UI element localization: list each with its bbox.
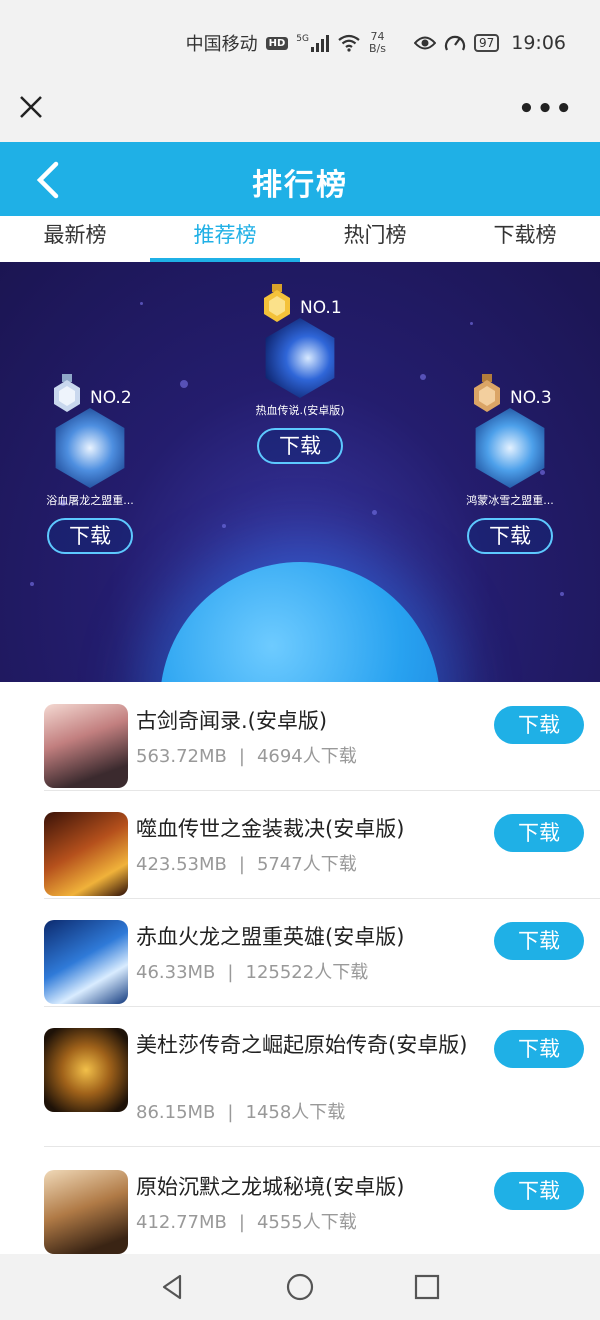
game-thumbnail: [265, 318, 335, 398]
download-button[interactable]: 下载: [47, 518, 133, 554]
file-size: 423.53MB: [136, 854, 227, 875]
game-thumbnail: [44, 1028, 128, 1112]
divider: [44, 790, 600, 791]
game-title: 噬血传世之金装裁决(安卓版): [136, 817, 405, 841]
app-header: 排行榜: [0, 142, 600, 216]
speedometer-icon: [444, 35, 466, 51]
download-button[interactable]: 下载: [257, 428, 343, 464]
download-button[interactable]: 下载: [467, 518, 553, 554]
game-thumbnail: [44, 1170, 128, 1254]
list-item[interactable]: 古剑奇闻录.(安卓版) 563.72MB | 4694人下载 下载: [44, 704, 600, 804]
game-meta: 412.77MB | 4555人下载: [136, 1208, 357, 1234]
game-name: 鸿蒙冰雪之盟重...: [466, 494, 554, 507]
podium-banner: NO.1 热血传说.(安卓版) 下载 NO.2 浴血屠龙之盟重... 下载 NO…: [0, 262, 600, 682]
divider: [44, 898, 600, 899]
podium-first: NO.1 热血传说.(安卓版) 下载: [240, 282, 360, 472]
network-speed: 74 B/s: [369, 31, 386, 55]
more-options-icon[interactable]: •••: [518, 94, 574, 124]
download-count: 4555人下载: [256, 1212, 357, 1233]
download-count: 5747人下载: [256, 854, 357, 875]
divider: [44, 1146, 600, 1147]
rank-number: NO.3: [510, 388, 552, 408]
download-button[interactable]: 下载: [494, 814, 584, 852]
podium-third: NO.3 鸿蒙冰雪之盟重... 下载: [450, 372, 570, 562]
game-title: 原始沉默之龙城秘境(安卓版): [136, 1175, 405, 1199]
eye-icon: [413, 36, 436, 50]
separator: |: [227, 962, 234, 983]
tab-downloads[interactable]: 下载榜: [450, 216, 600, 264]
game-name: 热血传说.(安卓版): [255, 404, 345, 417]
star-decoration: [140, 302, 143, 305]
download-button[interactable]: 下载: [494, 1030, 584, 1068]
star-decoration: [30, 582, 34, 586]
tab-popular[interactable]: 热门榜: [300, 216, 450, 264]
download-button[interactable]: 下载: [494, 922, 584, 960]
signal-icon: 5G: [296, 34, 329, 52]
hd-badge: HD: [265, 36, 289, 50]
star-decoration: [470, 322, 473, 325]
download-count: 1458人下载: [245, 1102, 346, 1123]
speed-unit: B/s: [368, 42, 386, 55]
system-nav-bar: [0, 1254, 600, 1320]
star-decoration: [222, 524, 226, 528]
list-item[interactable]: 美杜莎传奇之崛起原始传奇(安卓版) 86.15MB | 1458人下载 下载: [44, 1028, 600, 1148]
list-item[interactable]: 噬血传世之金装裁决(安卓版) 423.53MB | 5747人下载 下载: [44, 812, 600, 912]
close-icon[interactable]: [16, 92, 46, 122]
wifi-icon: [338, 34, 360, 52]
divider: [44, 1006, 600, 1007]
list-item[interactable]: 原始沉默之龙城秘境(安卓版) 412.77MB | 4555人下载 下载: [44, 1170, 600, 1260]
rank-number: NO.1: [300, 298, 342, 318]
game-thumbnail: [44, 920, 128, 1004]
separator: |: [238, 1212, 245, 1233]
tab-recommended[interactable]: 推荐榜: [150, 216, 300, 264]
star-decoration: [180, 380, 188, 388]
game-title: 古剑奇闻录.(安卓版): [136, 709, 328, 733]
podium-second: NO.2 浴血屠龙之盟重... 下载: [30, 372, 150, 562]
game-icon: [50, 408, 130, 488]
download-button[interactable]: 下载: [494, 1172, 584, 1210]
signal-type: 5G: [296, 34, 309, 44]
download-button[interactable]: 下载: [494, 706, 584, 744]
game-thumbnail: [55, 408, 125, 488]
rank-number: NO.2: [90, 388, 132, 408]
game-title: 美杜莎传奇之崛起原始传奇(安卓版): [136, 1033, 468, 1057]
page-title: 排行榜: [252, 168, 348, 203]
file-size: 46.33MB: [136, 962, 216, 983]
separator: |: [227, 1102, 234, 1123]
back-triangle-icon[interactable]: [158, 1272, 188, 1302]
star-decoration: [372, 510, 377, 515]
game-icon: [260, 318, 340, 398]
status-bar: 中国移动 HD 5G 74 B/s 97 19:06: [0, 0, 600, 86]
game-meta: 563.72MB | 4694人下载: [136, 742, 357, 768]
file-size: 412.77MB: [136, 1212, 227, 1233]
game-name: 浴血屠龙之盟重...: [46, 494, 134, 507]
game-icon: [470, 408, 550, 488]
game-thumbnail: [44, 704, 128, 788]
separator: |: [238, 746, 245, 767]
game-meta: 86.15MB | 1458人下载: [136, 1098, 345, 1124]
list-item[interactable]: 赤血火龙之盟重英雄(安卓版) 46.33MB | 125522人下载 下载: [44, 920, 600, 1020]
download-count: 125522人下载: [245, 962, 369, 983]
download-count: 4694人下载: [256, 746, 357, 767]
carrier-name: 中国移动: [185, 34, 258, 55]
star-decoration: [420, 374, 426, 380]
battery-icon: 97: [473, 34, 500, 52]
file-size: 86.15MB: [136, 1102, 216, 1123]
file-size: 563.72MB: [136, 746, 227, 767]
game-title: 赤血火龙之盟重英雄(安卓版): [136, 925, 405, 949]
star-decoration: [560, 592, 564, 596]
game-meta: 46.33MB | 125522人下载: [136, 958, 368, 984]
recents-square-icon[interactable]: [412, 1272, 442, 1302]
home-circle-icon[interactable]: [285, 1272, 315, 1302]
tab-latest[interactable]: 最新榜: [0, 216, 150, 264]
game-thumbnail: [475, 408, 545, 488]
game-thumbnail: [44, 812, 128, 896]
planet-decoration: [160, 562, 440, 682]
status-indicators: 中国移动 HD 5G 74 B/s 97 19:06: [186, 30, 566, 56]
clock-time: 19:06: [511, 32, 566, 54]
game-meta: 423.53MB | 5747人下载: [136, 850, 357, 876]
separator: |: [238, 854, 245, 875]
browser-bar: •••: [0, 86, 600, 142]
ranking-tabs: 最新榜 推荐榜 热门榜 下载榜: [0, 216, 600, 264]
